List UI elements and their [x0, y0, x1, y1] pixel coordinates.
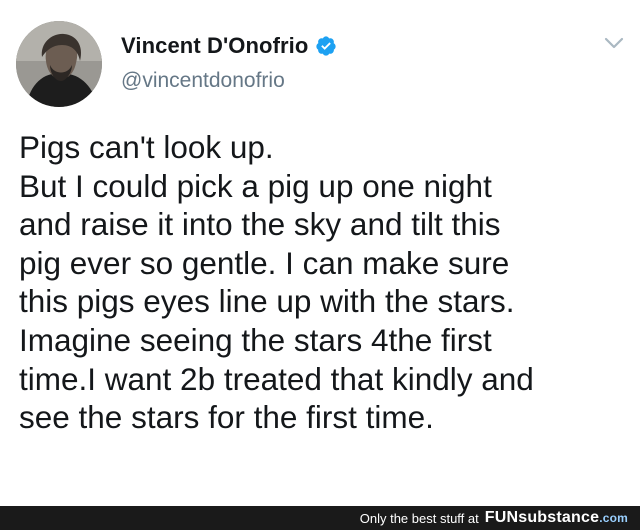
user-handle[interactable]: @vincentdonofrio: [121, 69, 285, 93]
watermark-brand-substance: substance: [518, 509, 600, 526]
watermark-brand-fun: FUN: [484, 509, 519, 526]
watermark-brand-com: .com: [599, 511, 628, 525]
tweet-text: Pigs can't look up. But I could pick a p…: [19, 129, 534, 436]
watermark-logo: FUN substance .com: [485, 509, 628, 527]
tweet-card: Vincent D'Onofrio @vincentdonofrio Pigs …: [0, 0, 640, 506]
display-name-row: Vincent D'Onofrio: [121, 30, 337, 62]
watermark-bar: Only the best stuff at FUN substance .co…: [0, 506, 640, 530]
display-name[interactable]: Vincent D'Onofrio: [121, 33, 308, 59]
chevron-down-icon[interactable]: [604, 36, 624, 50]
watermark-tagline: Only the best stuff at: [359, 510, 479, 526]
avatar[interactable]: [16, 21, 102, 107]
verified-check-icon: [316, 36, 337, 56]
